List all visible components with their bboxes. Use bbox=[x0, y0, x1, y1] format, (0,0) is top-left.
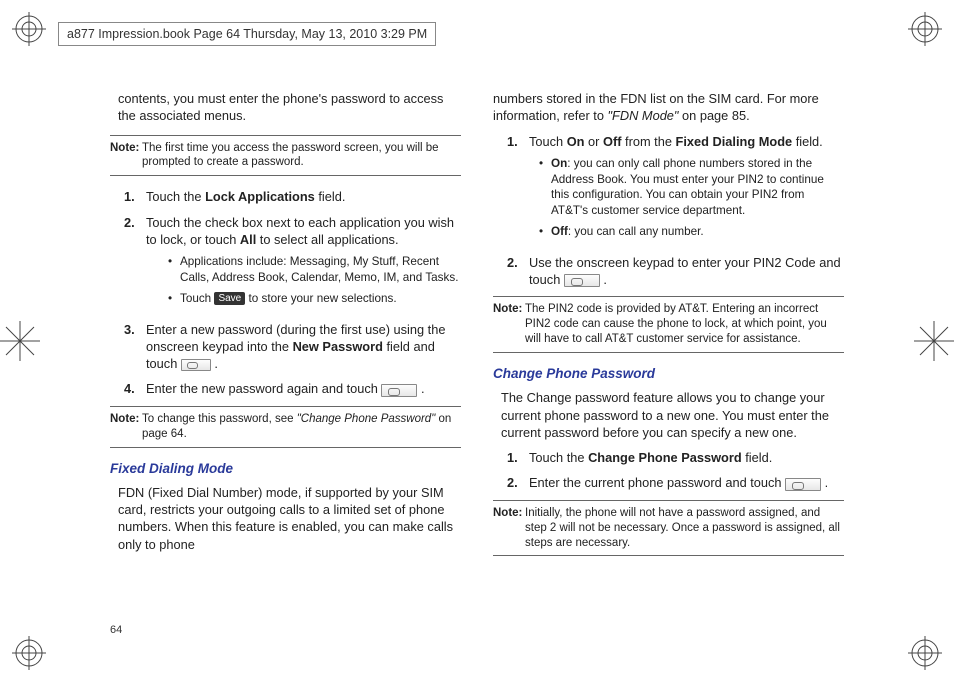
note-label: Note: bbox=[110, 412, 142, 442]
left-column: contents, you must enter the phone's pas… bbox=[110, 90, 461, 642]
note-block: Note: To change this password, see "Chan… bbox=[110, 406, 461, 448]
body-text: The Change password feature allows you t… bbox=[501, 389, 844, 441]
note-label: Note: bbox=[110, 141, 142, 171]
doc-header: a877 Impression.book Page 64 Thursday, M… bbox=[58, 22, 436, 46]
ok-key-icon bbox=[381, 384, 417, 397]
step-number: 1. bbox=[507, 133, 529, 246]
bullet-item: Touch Save to store your new selections. bbox=[168, 291, 461, 307]
note-text: The PIN2 code is provided by AT&T. Enter… bbox=[525, 302, 844, 347]
bullet-item: Off: you can call any number. bbox=[539, 224, 844, 240]
page-number: 64 bbox=[110, 624, 122, 636]
step-number: 2. bbox=[507, 254, 529, 289]
steps-list: 1. Touch the Lock Applications field. 2.… bbox=[124, 188, 461, 397]
note-block: Note: The first time you access the pass… bbox=[110, 135, 461, 177]
step-item: 4. Enter the new password again and touc… bbox=[124, 380, 461, 397]
body-text: FDN (Fixed Dial Number) mode, if support… bbox=[118, 484, 461, 553]
step-item: 1. Touch On or Off from the Fixed Dialin… bbox=[507, 133, 844, 246]
note-block: Note: Initially, the phone will not have… bbox=[493, 500, 844, 557]
note-block: Note: The PIN2 code is provided by AT&T.… bbox=[493, 296, 844, 353]
note-text: The first time you access the password s… bbox=[142, 141, 461, 171]
step-number: 2. bbox=[507, 474, 529, 491]
step-number: 1. bbox=[507, 449, 529, 466]
registration-mark-icon bbox=[908, 12, 942, 46]
steps-list: 1. Touch On or Off from the Fixed Dialin… bbox=[507, 133, 844, 289]
body-text: numbers stored in the FDN list on the SI… bbox=[493, 90, 844, 125]
note-label: Note: bbox=[493, 302, 525, 347]
steps-list: 1. Touch the Change Phone Password field… bbox=[507, 449, 844, 492]
step-item: 2. Use the onscreen keypad to enter your… bbox=[507, 254, 844, 289]
note-text: To change this password, see "Change Pho… bbox=[142, 412, 461, 442]
note-label: Note: bbox=[493, 506, 525, 551]
step-item: 1. Touch the Change Phone Password field… bbox=[507, 449, 844, 466]
save-button-icon: Save bbox=[214, 292, 245, 305]
registration-mark-icon bbox=[12, 12, 46, 46]
step-item: 2. Enter the current phone password and … bbox=[507, 474, 844, 491]
right-column: numbers stored in the FDN list on the SI… bbox=[493, 90, 844, 642]
section-heading: Change Phone Password bbox=[493, 365, 844, 383]
registration-mark-icon bbox=[908, 636, 942, 670]
step-item: 1. Touch the Lock Applications field. bbox=[124, 188, 461, 205]
registration-mark-icon bbox=[12, 636, 46, 670]
intro-text: contents, you must enter the phone's pas… bbox=[118, 90, 461, 125]
ok-key-icon bbox=[785, 478, 821, 491]
bullet-item: On: you can only call phone numbers stor… bbox=[539, 156, 844, 219]
step-number: 3. bbox=[124, 321, 146, 373]
note-text: Initially, the phone will not have a pas… bbox=[525, 506, 844, 551]
page-content: contents, you must enter the phone's pas… bbox=[110, 90, 844, 642]
ok-key-icon bbox=[564, 274, 600, 287]
ok-key-icon bbox=[181, 359, 211, 371]
bullet-item: Applications include: Messaging, My Stuf… bbox=[168, 254, 461, 286]
step-number: 2. bbox=[124, 214, 146, 313]
crop-mark-icon bbox=[914, 321, 954, 361]
step-item: 3. Enter a new password (during the firs… bbox=[124, 321, 461, 373]
section-heading: Fixed Dialing Mode bbox=[110, 460, 461, 478]
step-number: 1. bbox=[124, 188, 146, 205]
step-number: 4. bbox=[124, 380, 146, 397]
step-item: 2. Touch the check box next to each appl… bbox=[124, 214, 461, 313]
crop-mark-icon bbox=[0, 321, 40, 361]
